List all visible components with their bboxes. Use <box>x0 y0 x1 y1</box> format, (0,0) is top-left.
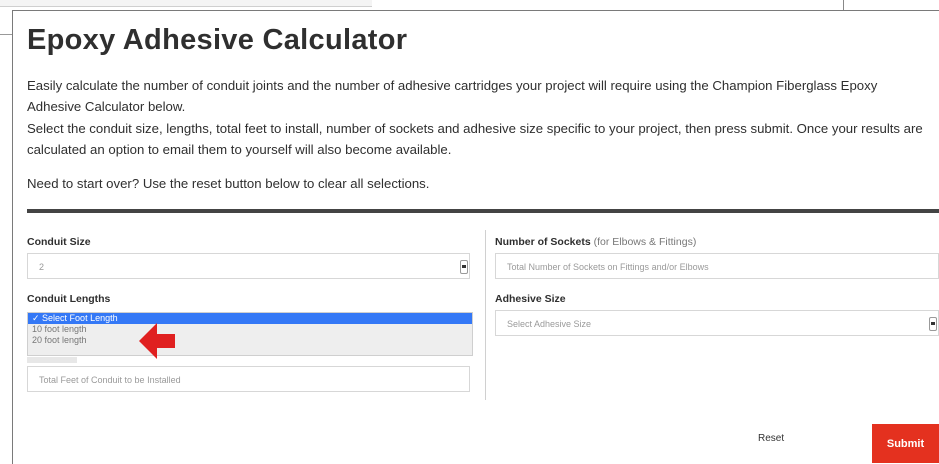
total-feet-input[interactable]: Total Feet of Conduit to be Installed <box>27 366 470 392</box>
conduit-size-label: Conduit Size <box>27 236 91 248</box>
select-stepper-icon[interactable] <box>929 317 937 331</box>
dropdown-option[interactable]: 10 foot length <box>28 324 472 335</box>
adhesive-size-select[interactable]: Select Adhesive Size <box>495 310 939 336</box>
total-feet-label-obscured <box>27 357 77 363</box>
section-divider <box>27 209 939 213</box>
background-window-edge <box>0 0 372 7</box>
column-divider <box>485 230 486 400</box>
sockets-label-text: Number of Sockets <box>495 236 591 248</box>
adhesive-size-value: Select Adhesive Size <box>507 319 592 329</box>
reset-button[interactable]: Reset <box>758 433 784 444</box>
sockets-placeholder: Total Number of Sockets on Fittings and/… <box>507 262 709 272</box>
sockets-label: Number of Sockets (for Elbows & Fittings… <box>495 236 696 248</box>
instructions-paragraph: Select the conduit size, lengths, total … <box>27 121 923 157</box>
conduit-size-select[interactable]: 2 <box>27 253 470 279</box>
reset-hint-paragraph: Need to start over? Use the reset button… <box>27 176 430 191</box>
submit-button[interactable]: Submit <box>872 424 939 463</box>
conduit-lengths-dropdown[interactable]: ✓ Select Foot Length 10 foot length 20 f… <box>27 312 473 356</box>
conduit-lengths-label: Conduit Lengths <box>27 293 111 305</box>
sockets-label-note: (for Elbows & Fittings) <box>590 236 697 248</box>
red-arrow-icon <box>139 323 175 359</box>
sockets-input[interactable]: Total Number of Sockets on Fittings and/… <box>495 253 939 279</box>
total-feet-placeholder: Total Feet of Conduit to be Installed <box>39 375 181 385</box>
intro-paragraph: Easily calculate the number of conduit j… <box>27 78 878 114</box>
adhesive-size-label: Adhesive Size <box>495 293 566 305</box>
select-stepper-icon[interactable] <box>460 260 468 274</box>
page-title: Epoxy Adhesive Calculator <box>27 24 408 56</box>
conduit-size-value: 2 <box>39 262 45 272</box>
dropdown-option[interactable]: ✓ Select Foot Length <box>28 313 472 324</box>
dropdown-option[interactable]: 20 foot length <box>28 335 472 346</box>
